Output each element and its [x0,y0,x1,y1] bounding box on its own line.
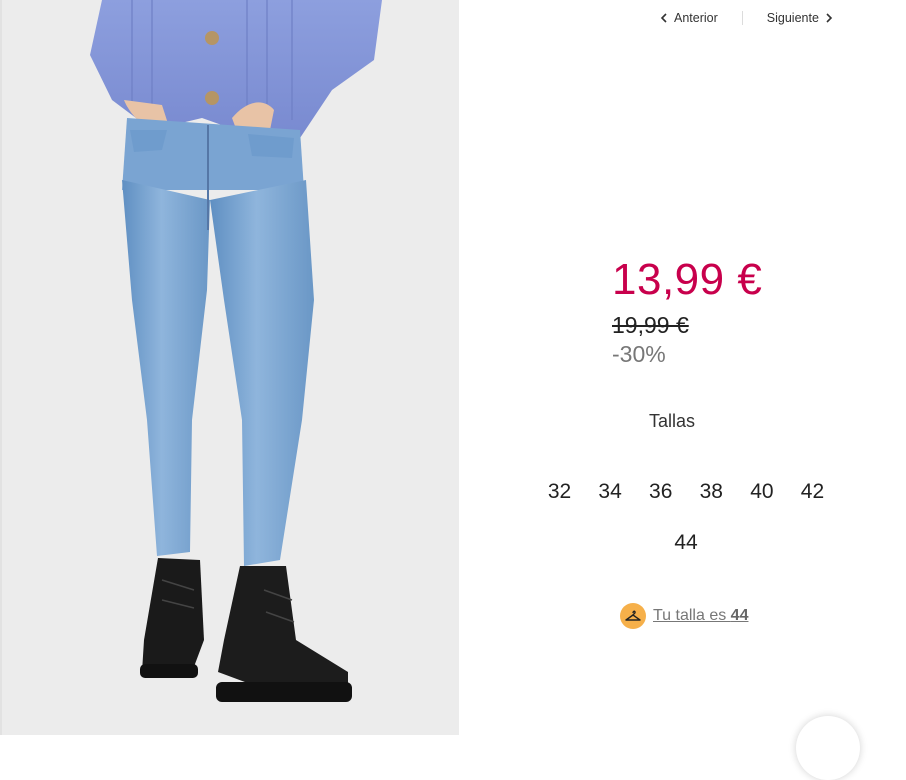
next-link[interactable]: Siguiente [767,11,833,25]
product-image[interactable] [0,0,459,735]
size-option-40[interactable]: 40 [737,478,788,505]
size-recommendation-prefix: Tu talla es [653,607,731,624]
original-price: 19,99 € [612,312,689,338]
size-recommendation[interactable]: Tu talla es 44 [620,603,748,629]
chevron-left-icon [660,13,667,23]
size-option-34[interactable]: 34 [585,478,636,505]
size-option-38[interactable]: 38 [686,478,737,505]
size-option-32[interactable]: 32 [534,478,585,505]
size-option-44[interactable]: 44 [661,529,712,556]
chevron-right-icon [826,13,833,23]
next-label: Siguiente [766,11,819,25]
nav-divider [741,11,743,25]
current-price: 13,99 € [612,255,763,304]
sizes-title: Tallas [648,411,696,431]
sizes-heading: Tallas [0,411,906,432]
size-recommendation-link[interactable]: Tu talla es 44 [653,607,748,625]
size-selector: 32 34 36 38 40 42 44 [534,478,838,556]
discount-percentage: -30% [612,341,666,367]
floating-action-button[interactable] [796,716,860,780]
size-option-36[interactable]: 36 [635,478,686,505]
hanger-icon [620,603,646,629]
recommended-size: 44 [730,607,749,624]
size-option-42[interactable]: 42 [787,478,838,505]
product-navigation: Anterior Siguiente [660,9,833,27]
previous-label: Anterior [674,11,718,25]
previous-link[interactable]: Anterior [660,11,718,25]
